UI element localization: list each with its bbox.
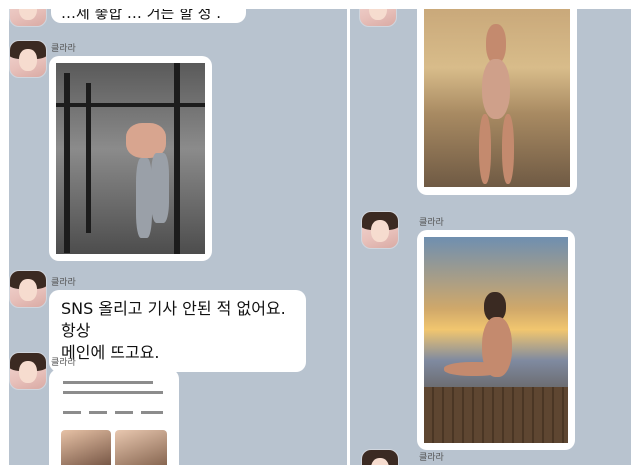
screenshot-frame: …제 좋합 … 거든 할 정 . 클라라 클라라 SNS 올리고 기사 안된 적… xyxy=(9,9,631,465)
sender-name: 클라라 xyxy=(51,278,76,288)
sender-name: 클라라 xyxy=(419,218,444,228)
avatar[interactable] xyxy=(9,9,47,27)
avatar[interactable] xyxy=(361,449,399,465)
message-bubble-clipped: …제 좋합 … 거든 할 정 . xyxy=(51,9,246,23)
avatar[interactable] xyxy=(359,9,397,27)
avatar[interactable] xyxy=(9,270,47,308)
sender-name: 클라라 xyxy=(51,44,76,54)
chat-panel-left: …제 좋합 … 거든 할 정 . 클라라 클라라 SNS 올리고 기사 안된 적… xyxy=(9,9,347,465)
news-snippet-image[interactable] xyxy=(55,375,173,465)
image-message-bubble[interactable] xyxy=(49,369,179,465)
text-message-bubble[interactable]: SNS 올리고 기사 안된 적 없어요. 항상 메인에 뜨고요. xyxy=(49,290,306,372)
avatar[interactable] xyxy=(361,211,399,249)
sender-name: 클라라 xyxy=(51,358,76,368)
image-message-bubble[interactable] xyxy=(417,9,577,195)
beach-photo-standing[interactable] xyxy=(424,9,570,187)
sender-name: 클라라 xyxy=(419,453,444,463)
gym-photo[interactable] xyxy=(56,63,205,254)
beach-photo-sunset-dock[interactable] xyxy=(424,237,568,443)
avatar[interactable] xyxy=(9,352,47,390)
image-message-bubble[interactable] xyxy=(49,56,212,261)
message-text: …제 좋합 … 거든 할 정 . xyxy=(61,9,221,22)
avatar[interactable] xyxy=(9,40,47,78)
chat-panel-right: 클라라 클라라 xyxy=(350,9,631,465)
image-message-bubble[interactable] xyxy=(417,230,575,450)
